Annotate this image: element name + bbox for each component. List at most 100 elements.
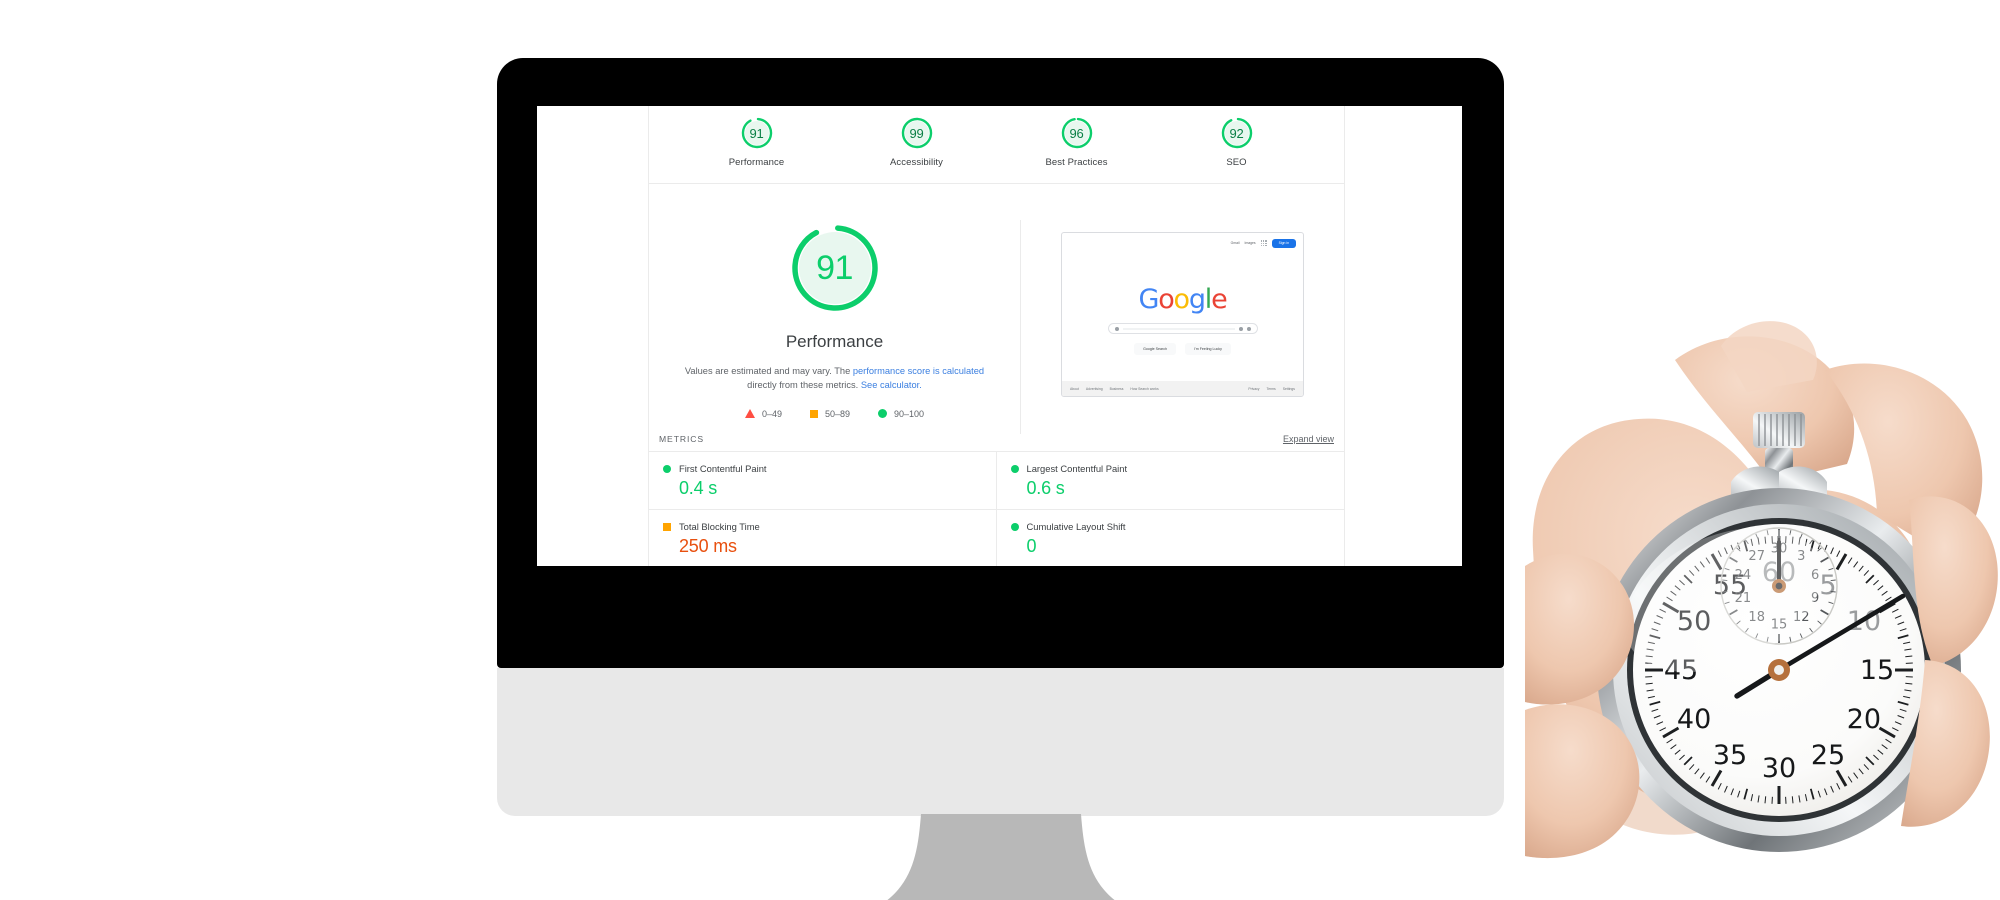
score-item-accessibility[interactable]: 99 Accessibility	[871, 116, 963, 168]
screenshot-column: Gmail Images Sign in Google Google Searc…	[1021, 220, 1344, 434]
score-label: Best Practices	[1045, 157, 1108, 168]
dial-number: 5	[1819, 570, 1836, 601]
metric-label: Total Blocking Time	[663, 521, 986, 532]
metrics-header: METRICS Expand view	[649, 434, 1344, 452]
google-logo: Google	[1062, 284, 1303, 315]
performance-column: 91 Performance Values are estimated and …	[649, 220, 1021, 434]
lens-icon	[1246, 326, 1251, 331]
dial-number: 15	[1860, 655, 1894, 686]
footer-link: Advertising	[1085, 386, 1103, 391]
performance-gauge-value: 91	[816, 248, 853, 287]
logo-letter: g	[1188, 284, 1206, 315]
score-legend: 0–49 50–89 90–100	[744, 408, 924, 419]
legend-triangle-icon	[744, 409, 755, 419]
thumbnail-images-link: Images	[1244, 241, 1256, 246]
footer-link: Business	[1109, 386, 1124, 391]
page-screenshot-thumbnail: Gmail Images Sign in Google Google Searc…	[1061, 232, 1304, 397]
footer-link: Privacy	[1248, 386, 1260, 391]
dial-number: 20	[1847, 704, 1881, 735]
footer-link: Terms	[1266, 386, 1276, 391]
monitor-stand	[886, 814, 1115, 900]
score-item-seo[interactable]: 92 SEO	[1191, 116, 1283, 168]
report-card: 91 Performance 99 Accessibility 96 Best …	[648, 106, 1345, 566]
feeling-lucky-button: I'm Feeling Lucky	[1185, 343, 1231, 355]
dial-number: 25	[1811, 740, 1845, 771]
thumbnail-search-buttons: Google Search I'm Feeling Lucky	[1062, 343, 1303, 355]
thumbnail-search-box	[1107, 323, 1258, 334]
footer-links-right: Privacy Terms Settings	[1248, 387, 1295, 391]
logo-letter: o	[1173, 284, 1191, 315]
score-value: 91	[749, 125, 764, 141]
expand-view-button[interactable]: Expand view	[1283, 434, 1334, 444]
metric-name: Largest Contentful Paint	[1026, 463, 1128, 474]
metric-item[interactable]: Total Blocking Time 250 ms	[649, 510, 997, 566]
metric-label: Cumulative Layout Shift	[1010, 521, 1335, 532]
description-text-1: Values are estimated and may vary. The	[684, 366, 853, 376]
score-gauge-3: 92	[1220, 116, 1254, 150]
logo-letter: G	[1138, 284, 1159, 315]
footer-link: Settings	[1282, 386, 1295, 391]
thumbnail-gmail-link: Gmail	[1230, 241, 1240, 246]
legend-item: 0–49	[744, 409, 782, 419]
performance-gauge: 91	[787, 220, 883, 316]
see-calculator-link[interactable]: See calculator.	[861, 380, 922, 390]
metric-circle-icon	[663, 464, 671, 473]
legend-square-icon	[809, 409, 818, 418]
metric-value: 0	[1026, 536, 1037, 556]
monitor-stand-wrap	[497, 814, 1504, 900]
footer-link: About	[1070, 386, 1079, 391]
dial-number: 40	[1677, 704, 1711, 735]
metric-name: First Contentful Paint	[679, 463, 767, 474]
monitor-screen: 91 Performance 99 Accessibility 96 Best …	[537, 106, 1462, 566]
score-value: 99	[909, 125, 924, 141]
metric-label: First Contentful Paint	[663, 463, 986, 474]
score-item-best practices[interactable]: 96 Best Practices	[1031, 116, 1123, 168]
monitor-chin	[497, 668, 1504, 816]
metric-item[interactable]: Cumulative Layout Shift 0	[997, 510, 1345, 566]
monitor-mockup: 91 Performance 99 Accessibility 96 Best …	[497, 58, 1504, 900]
metric-name: Total Blocking Time	[679, 521, 760, 532]
metrics-grid: First Contentful Paint 0.4 s Largest Con…	[649, 452, 1344, 566]
footer-link: How Search works	[1130, 386, 1159, 391]
metric-label: Largest Contentful Paint	[1010, 463, 1335, 474]
legend-label: 90–100	[894, 408, 925, 419]
score-value: 92	[1229, 125, 1244, 141]
footer-links-left: About Advertising Business How Search works	[1070, 387, 1159, 391]
metric-value: 0.6 s	[1026, 478, 1065, 498]
legend-circle-icon	[878, 409, 887, 419]
dial-number: 30	[1762, 753, 1796, 784]
score-summary-row: 91 Performance 99 Accessibility 96 Best …	[649, 106, 1344, 184]
score-gauge-1: 99	[900, 116, 934, 150]
apps-grid-icon	[1260, 240, 1267, 247]
score-gauge-0: 91	[740, 116, 774, 150]
mic-icon	[1238, 326, 1243, 331]
description-text-2: directly from these metrics.	[747, 380, 861, 391]
score-gauge-2: 96	[1060, 116, 1094, 150]
metric-square-icon	[663, 522, 671, 531]
search-input-line	[1122, 327, 1235, 330]
score-label: Accessibility	[889, 157, 944, 168]
screenshot-stage: 91 Performance 99 Accessibility 96 Best …	[0, 0, 2000, 900]
metric-item[interactable]: First Contentful Paint 0.4 s	[649, 452, 997, 510]
stopwatch-in-hand: 60510152025303540455055 3036912151821242…	[1525, 300, 2000, 900]
legend-label: 50–89	[824, 408, 850, 419]
score-item-performance[interactable]: 91 Performance	[711, 116, 803, 168]
performance-score-link[interactable]: performance score is calculated	[853, 366, 984, 376]
metric-circle-icon	[1010, 464, 1019, 473]
google-search-button: Google Search	[1134, 343, 1177, 355]
lighthouse-report: 91 Performance 99 Accessibility 96 Best …	[537, 106, 1462, 566]
metric-name: Cumulative Layout Shift	[1026, 521, 1126, 532]
legend-item: 50–89	[809, 408, 850, 419]
score-value: 96	[1069, 125, 1084, 141]
metric-circle-icon	[1010, 522, 1019, 531]
logo-letter: o	[1158, 284, 1175, 315]
metric-item[interactable]: Largest Contentful Paint 0.6 s	[996, 452, 1344, 510]
performance-description: Values are estimated and may vary. The p…	[670, 364, 1000, 393]
score-label: Performance	[728, 157, 785, 168]
dial-number: 35	[1713, 740, 1747, 771]
legend-item: 90–100	[878, 409, 924, 419]
metrics-title: METRICS	[659, 434, 704, 444]
report-body: 91 Performance Values are estimated and …	[649, 184, 1344, 434]
search-icon	[1114, 326, 1119, 331]
metric-value: 0.4 s	[679, 478, 718, 498]
